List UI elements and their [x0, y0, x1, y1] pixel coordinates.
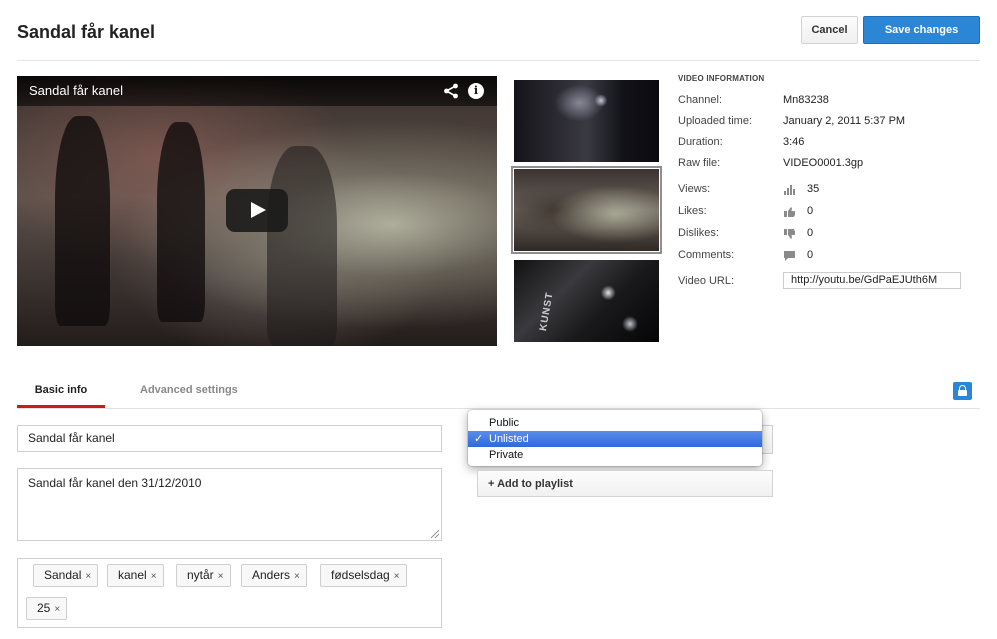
tag-chip: fødselsdag ×	[320, 564, 407, 587]
comment-icon	[784, 251, 795, 261]
remove-tag-icon[interactable]: ×	[394, 571, 400, 582]
thumbnail-option-selected[interactable]	[514, 169, 659, 251]
tag-label: 25	[37, 601, 51, 615]
tab-advanced-settings[interactable]: Advanced settings	[140, 384, 238, 396]
description-textarea[interactable]: Sandal får kanel den 31/12/2010	[17, 468, 442, 541]
tab-basic-info[interactable]: Basic info	[17, 384, 105, 396]
page-title: Sandal får kanel	[17, 22, 156, 42]
dislikes-label: Dislikes:	[678, 227, 719, 239]
resize-handle-icon[interactable]	[431, 530, 439, 538]
tag-chip: kanel ×	[107, 564, 164, 587]
option-label: Unlisted	[489, 433, 529, 445]
video-figure	[267, 146, 337, 346]
save-changes-button[interactable]: Save changes	[863, 16, 980, 44]
tag-chip: 25 ×	[26, 597, 68, 620]
remove-tag-icon[interactable]: ×	[54, 604, 60, 615]
remove-tag-icon[interactable]: ×	[85, 571, 91, 582]
privacy-dropdown-menu: Public ✓ Unlisted Private	[468, 410, 762, 466]
header-divider	[17, 60, 980, 61]
info-icon[interactable]: i	[468, 83, 484, 99]
tab-divider	[17, 408, 980, 409]
comments-label: Comments:	[678, 249, 735, 261]
dislikes-value: 0	[807, 227, 814, 239]
cancel-button[interactable]: Cancel	[801, 16, 858, 44]
tag-label: nytår	[187, 568, 214, 582]
title-input[interactable]: Sandal får kanel	[17, 425, 442, 452]
tag-chip: nytår ×	[176, 564, 231, 587]
option-label: Private	[489, 449, 524, 461]
video-url-label: Video URL:	[678, 275, 735, 287]
tag-chip: Anders ×	[241, 564, 307, 587]
share-icon[interactable]	[443, 83, 459, 99]
privacy-option-public[interactable]: Public	[468, 415, 762, 431]
player-title-bar: Sandal får kanel i	[17, 76, 497, 106]
comments-value: 0	[807, 249, 814, 261]
tag-label: Sandal	[44, 568, 82, 582]
uploaded-value: January 2, 2011 5:37 PM	[783, 115, 906, 127]
player-title: Sandal får kanel	[29, 83, 123, 98]
description-text: Sandal får kanel den 31/12/2010	[28, 476, 202, 490]
tag-label: kanel	[118, 568, 147, 582]
views-icon	[784, 185, 795, 195]
lock-icon[interactable]	[953, 382, 972, 400]
option-label: Public	[489, 417, 519, 429]
video-figure	[55, 116, 110, 326]
raw-file-value: VIDEO0001.3gp	[783, 157, 864, 169]
remove-tag-icon[interactable]: ×	[151, 571, 157, 582]
video-url-field[interactable]: http://youtu.be/GdPaEJUth6M	[783, 272, 961, 289]
thumbnail-option[interactable]	[514, 80, 659, 162]
video-figure	[157, 122, 205, 322]
tag-label: Anders	[252, 568, 291, 582]
video-player[interactable]: Sandal får kanel i	[17, 76, 497, 346]
video-information-heading: VIDEO INFORMATION	[678, 74, 765, 83]
privacy-option-private[interactable]: Private	[468, 447, 762, 463]
remove-tag-icon[interactable]: ×	[294, 571, 300, 582]
thumbnail-option[interactable]: KUNST	[514, 260, 659, 342]
views-value: 35	[807, 183, 820, 195]
channel-label: Channel:	[678, 94, 723, 106]
checkmark-icon: ✓	[474, 433, 484, 445]
views-label: Views:	[678, 183, 711, 195]
tag-label: fødselsdag	[331, 568, 390, 582]
tag-chip: Sandal ×	[33, 564, 99, 587]
duration-label: Duration:	[678, 136, 723, 148]
duration-value: 3:46	[783, 136, 805, 148]
likes-label: Likes:	[678, 205, 707, 217]
uploaded-label: Uploaded time:	[678, 115, 752, 127]
privacy-option-unlisted[interactable]: ✓ Unlisted	[468, 431, 762, 447]
thumbnail-sign-text: KUNST	[538, 291, 556, 332]
thumbs-down-icon	[784, 229, 795, 239]
likes-value: 0	[807, 205, 814, 217]
add-to-playlist-button[interactable]: + Add to playlist	[477, 470, 773, 497]
channel-value[interactable]: Mn83238	[783, 94, 829, 106]
remove-tag-icon[interactable]: ×	[218, 571, 224, 582]
raw-file-label: Raw file:	[678, 157, 721, 169]
play-icon[interactable]	[226, 189, 288, 232]
thumbs-up-icon	[784, 207, 795, 217]
tags-field[interactable]: Sandal × kanel × nytår × Anders × fødselsdag…	[17, 558, 442, 628]
